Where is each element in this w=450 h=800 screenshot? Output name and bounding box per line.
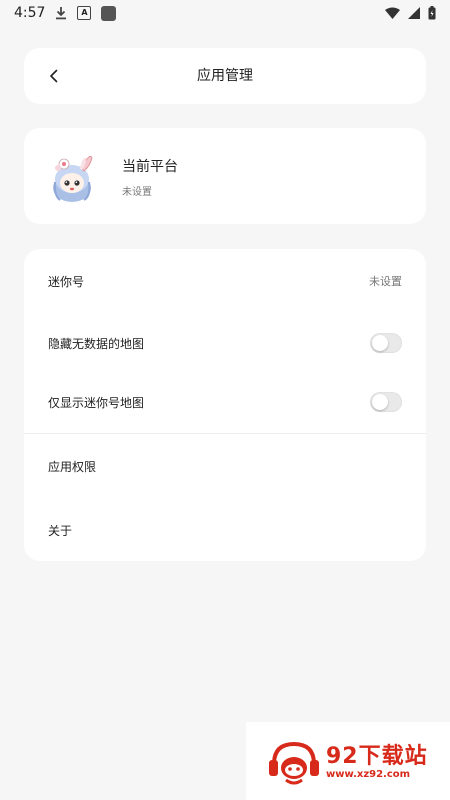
square-icon xyxy=(101,5,117,21)
settings-row-mini-id[interactable]: 迷你号 未设置 xyxy=(24,253,426,309)
signal-icon xyxy=(408,7,420,19)
hide-empty-maps-toggle[interactable] xyxy=(370,333,402,353)
watermark-url: www.xz92.com xyxy=(326,769,411,780)
app-permissions-label: 应用权限 xyxy=(48,459,97,474)
about-label: 关于 xyxy=(48,523,73,538)
status-time: 4:57 xyxy=(14,5,46,21)
section-divider xyxy=(24,433,426,434)
toggle-knob xyxy=(372,394,388,410)
watermark-logo-icon xyxy=(269,741,319,785)
status-bar: 4:57 A xyxy=(0,0,450,26)
mini-id-value: 未设置 xyxy=(369,275,402,288)
settings-row-only-mini-maps: 仅显示迷你号地图 xyxy=(24,374,426,430)
only-mini-maps-toggle[interactable] xyxy=(370,392,402,412)
settings-row-about[interactable]: 关于 xyxy=(24,502,426,558)
platform-title: 当前平台 xyxy=(122,159,178,175)
platform-status: 未设置 xyxy=(122,187,152,198)
settings-card: 迷你号 未设置 隐藏无数据的地图 仅显示迷你号地图 应用权限 关于 xyxy=(24,249,426,561)
a-icon: A xyxy=(77,6,92,20)
status-right xyxy=(385,6,436,20)
battery-icon xyxy=(428,6,436,20)
header-card: 应用管理 xyxy=(24,48,426,104)
download-icon xyxy=(55,6,67,20)
watermark-text: 92下载站 xyxy=(326,744,428,769)
avatar xyxy=(46,148,102,204)
watermark: 92下载站 www.xz92.com xyxy=(246,722,450,800)
page-title: 应用管理 xyxy=(197,68,253,84)
chevron-left-icon xyxy=(50,69,58,83)
mini-id-label: 迷你号 xyxy=(48,274,85,289)
wifi-icon xyxy=(385,7,400,19)
hide-empty-maps-label: 隐藏无数据的地图 xyxy=(48,336,145,351)
only-mini-maps-label: 仅显示迷你号地图 xyxy=(48,395,145,410)
platform-card[interactable]: 当前平台 未设置 xyxy=(24,128,426,224)
toggle-knob xyxy=(372,335,388,351)
status-left: 4:57 A xyxy=(14,5,117,21)
settings-row-app-permissions[interactable]: 应用权限 xyxy=(24,438,426,494)
back-button[interactable] xyxy=(38,60,70,92)
settings-row-hide-empty-maps: 隐藏无数据的地图 xyxy=(24,315,426,371)
